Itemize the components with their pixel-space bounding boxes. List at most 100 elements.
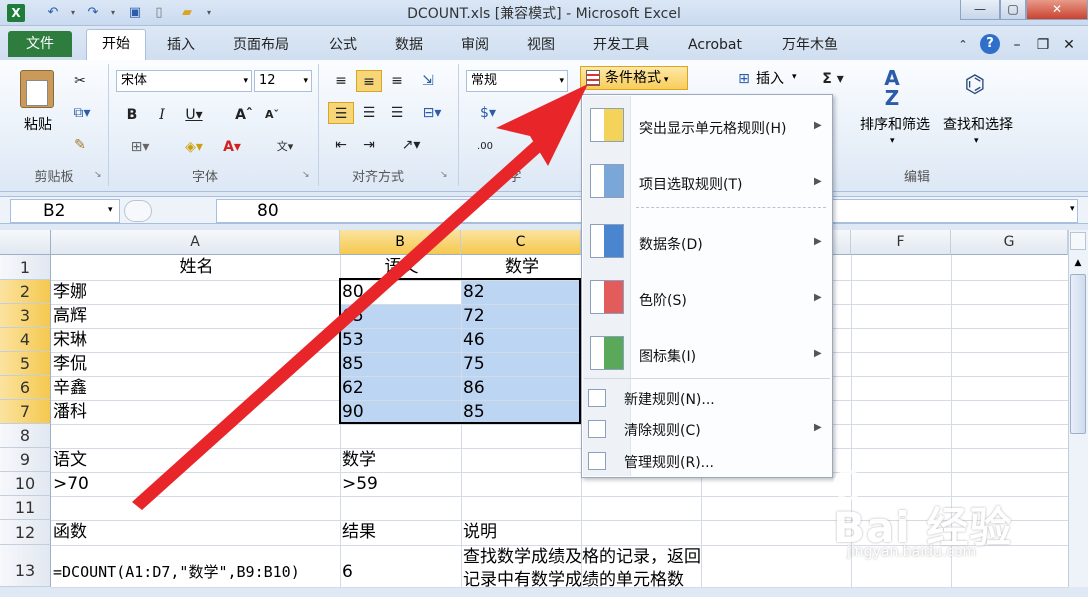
column-header-b[interactable]: B (340, 230, 461, 255)
tab-insert[interactable]: 插入 (152, 32, 210, 58)
name-box[interactable]: B2 (10, 199, 120, 223)
menu-item-icon-sets[interactable]: 图标集(I) ▶ (582, 332, 832, 376)
row-header-4[interactable]: 4 (0, 328, 51, 352)
copy-icon[interactable]: ⧉▾ (68, 102, 96, 124)
cell-c13a[interactable]: 查找数学成绩及格的记录，返回 (461, 545, 821, 569)
cell-a3[interactable]: 高辉 (51, 304, 171, 328)
wrap-text-icon[interactable]: ⇲ (416, 70, 440, 92)
cell-a2[interactable]: 李娜 (51, 280, 171, 304)
alignment-launcher-icon[interactable]: ↘ (440, 170, 448, 180)
expand-formula-bar-icon[interactable]: ▾ (1070, 204, 1075, 214)
binoculars-icon[interactable]: ⌬ (958, 70, 992, 104)
menu-item-top-bottom-rules[interactable]: 项目选取规则(T) ▶ (582, 160, 832, 204)
name-box-dropdown-icon[interactable]: ▾ (108, 205, 113, 215)
menu-item-highlight-rules[interactable]: 突出显示单元格规则(H) ▶ (582, 104, 832, 148)
menu-item-data-bars[interactable]: 数据条(D) ▶ (582, 220, 832, 264)
borders-icon[interactable]: ⊞▾ (122, 136, 158, 158)
help-icon[interactable]: ? (980, 34, 1000, 54)
cell-a5[interactable]: 李侃 (51, 352, 171, 376)
scroll-up-icon[interactable]: ▲ (1070, 254, 1086, 272)
increase-indent-icon[interactable]: ⇥ (358, 134, 380, 156)
split-box-handle[interactable] (1070, 232, 1086, 250)
font-color-icon[interactable]: A▾ (218, 136, 246, 158)
cell-b12[interactable]: 结果 (340, 520, 460, 544)
row-header-6[interactable]: 6 (0, 376, 51, 400)
underline-icon[interactable]: U▾ (180, 104, 208, 126)
scrollbar-thumb[interactable] (1070, 274, 1086, 434)
decrease-font-icon[interactable]: Aˇ (262, 104, 282, 126)
row-header-7[interactable]: 7 (0, 400, 51, 424)
menu-item-new-rule[interactable]: 新建规则(N)... (582, 385, 832, 411)
column-header-f[interactable]: F (851, 230, 951, 255)
clipboard-launcher-icon[interactable]: ↘ (94, 170, 102, 180)
sort-filter-button[interactable]: 排序和筛选 (856, 114, 934, 134)
decrease-indent-icon[interactable]: ⇤ (330, 134, 352, 156)
align-left-icon[interactable]: ☰ (328, 102, 354, 124)
find-select-button[interactable]: 查找和选择 (938, 114, 1018, 134)
row-header-2[interactable]: 2 (0, 280, 51, 304)
cell-b13[interactable]: 6 (340, 560, 460, 584)
font-launcher-icon[interactable]: ↘ (302, 170, 310, 180)
menu-item-color-scales[interactable]: 色阶(S) ▶ (582, 276, 832, 320)
insert-button[interactable]: 插入 (756, 68, 784, 90)
row-header-10[interactable]: 10 (0, 472, 51, 496)
number-format-combo[interactable]: 常规 ▾ (466, 70, 568, 92)
align-top-icon[interactable]: ≡ (330, 70, 352, 92)
cell-b10[interactable]: >59 (340, 472, 460, 496)
cell-a6[interactable]: 辛鑫 (51, 376, 171, 400)
formula-bar-divider-handle[interactable] (124, 200, 152, 222)
align-middle-icon[interactable]: ≡ (356, 70, 382, 92)
cell-a9[interactable]: 语文 (51, 448, 171, 472)
align-right-icon[interactable]: ☰ (386, 102, 408, 124)
row-header-5[interactable]: 5 (0, 352, 51, 376)
cell-b1[interactable]: 语文 (340, 255, 461, 279)
tab-data[interactable]: 数据 (382, 32, 436, 58)
cell-a12[interactable]: 函数 (51, 520, 171, 544)
cell-c12[interactable]: 说明 (461, 520, 581, 544)
row-header-1[interactable]: 1 (0, 255, 51, 280)
row-header-8[interactable]: 8 (0, 424, 51, 448)
merge-center-icon[interactable]: ⊟▾ (414, 102, 450, 124)
fill-color-icon[interactable]: ◈▾ (176, 136, 212, 158)
column-header-c[interactable]: C (461, 230, 581, 255)
cell-c13b[interactable]: 记录中有数学成绩的单元格数 (461, 568, 821, 592)
menu-item-clear-rules[interactable]: 清除规则(C) ▶ (582, 416, 832, 442)
row-header-11[interactable]: 11 (0, 496, 51, 520)
tab-view[interactable]: 视图 (514, 32, 568, 58)
row-header-9[interactable]: 9 (0, 448, 51, 472)
row-header-13[interactable]: 13 (0, 545, 51, 587)
cell-b9[interactable]: 数学 (340, 448, 460, 472)
minimize-button[interactable]: — (960, 0, 1000, 20)
cell-a10[interactable]: >70 (51, 472, 171, 496)
bold-icon[interactable]: B (122, 104, 142, 126)
select-all-corner[interactable] (0, 230, 51, 255)
menu-item-manage-rules[interactable]: 管理规则(R)... (582, 448, 832, 474)
cell-a1[interactable]: 姓名 (51, 255, 340, 279)
increase-font-icon[interactable]: Aˆ (234, 104, 254, 126)
column-header-a[interactable]: A (51, 230, 340, 255)
tab-review[interactable]: 审阅 (448, 32, 502, 58)
phonetic-icon[interactable]: 文▾ (270, 136, 300, 158)
autosum-icon[interactable]: Σ ▾ (818, 68, 848, 90)
font-name-combo[interactable]: 宋体 ▾ (116, 70, 252, 92)
tab-developer[interactable]: 开发工具 (580, 32, 662, 58)
row-header-12[interactable]: 12 (0, 520, 51, 545)
format-painter-icon[interactable]: ✎ (70, 134, 90, 156)
font-size-combo[interactable]: 12 ▾ (254, 70, 312, 92)
tab-file[interactable]: 文件 (8, 31, 72, 57)
row-header-3[interactable]: 3 (0, 304, 51, 328)
sort-filter-icon[interactable]: AZ (874, 68, 910, 108)
align-center-icon[interactable]: ☰ (358, 102, 380, 124)
orientation-icon[interactable]: ↗▾ (394, 134, 428, 156)
maximize-button[interactable]: ▢ (1000, 0, 1026, 20)
cell-a13[interactable]: =DCOUNT(A1:D7,"数学",B9:B10) (51, 560, 340, 584)
italic-icon[interactable]: I (152, 104, 172, 126)
column-header-g[interactable]: G (951, 230, 1068, 255)
tab-home[interactable]: 开始 (86, 29, 146, 61)
doc-minimize-icon[interactable]: – (1008, 32, 1026, 58)
cell-a4[interactable]: 宋琳 (51, 328, 171, 352)
paste-button[interactable]: 粘贴 (16, 114, 60, 134)
doc-restore-icon[interactable]: ❐ (1034, 32, 1052, 58)
insert-cells-icon[interactable]: ⊞ (732, 68, 756, 90)
collapse-ribbon-icon[interactable]: ⌃ (954, 32, 972, 58)
